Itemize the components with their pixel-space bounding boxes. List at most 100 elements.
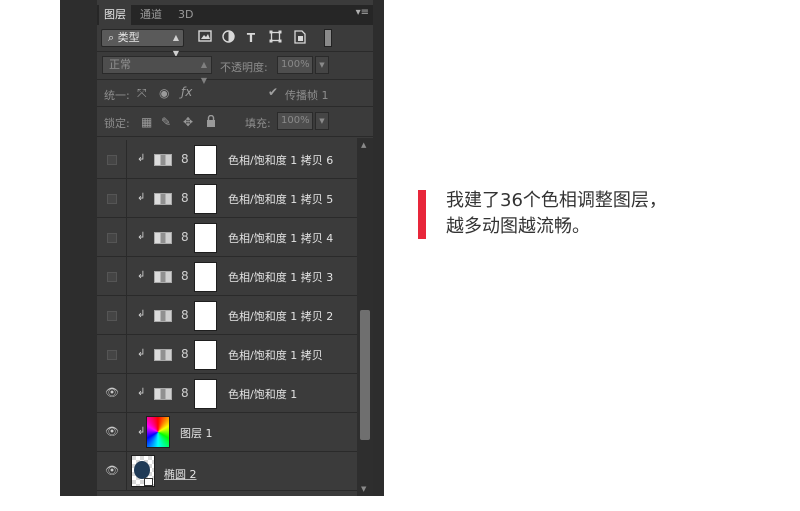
link-chain-icon[interactable]: 8: [181, 268, 189, 284]
visibility-off-box: [107, 350, 117, 360]
clipping-arrow-icon: ↲: [137, 192, 146, 203]
layer-mask-thumbnail[interactable]: [194, 340, 217, 370]
unify-style-icon[interactable]: ƒx: [181, 85, 192, 99]
link-chain-icon[interactable]: 8: [181, 229, 189, 245]
layer-mask-thumbnail[interactable]: [194, 379, 217, 409]
propagate-checkbox-icon[interactable]: ✔: [268, 85, 278, 99]
shape-badge-icon: [144, 478, 153, 486]
fill-label: 填充:: [245, 117, 271, 130]
layer-row-hue-copy-4[interactable]: ↲ 8 色相/饱和度 1 拷贝 4: [97, 218, 357, 257]
kind-filter-select[interactable]: ⌕ 类型 ▲ ▼: [101, 29, 184, 58]
kind-filter-label: 类型: [117, 31, 140, 44]
unify-row: 统一: ⤧ ◉ ƒx ✔ 传播帧 1: [97, 80, 373, 107]
layer-row-hue-copy-3[interactable]: ↲ 8 色相/饱和度 1 拷贝 3: [97, 257, 357, 296]
layer-name[interactable]: 色相/饱和度 1: [228, 386, 297, 402]
layer-row-ellipse-2[interactable]: 👁 椭圆 2: [97, 452, 357, 491]
lock-all-icon[interactable]: [206, 114, 216, 130]
unify-visibility-icon[interactable]: ◉: [159, 86, 169, 100]
blend-row: 正常 ▲ ▼ 不透明度: 100% ▼: [97, 52, 373, 85]
fill-dropdown-arrow[interactable]: ▼: [315, 112, 329, 130]
shape-filter-icon[interactable]: [267, 30, 283, 46]
layer-row-hue-copy-2[interactable]: ↲ 8 色相/饱和度 1 拷贝 2: [97, 296, 357, 335]
lock-pixels-brush-icon[interactable]: ✎: [161, 115, 171, 129]
link-chain-icon[interactable]: 8: [181, 190, 189, 206]
smart-object-filter-icon[interactable]: [292, 30, 308, 46]
layer-mask-thumbnail[interactable]: [194, 223, 217, 253]
hue-saturation-icon: [154, 154, 172, 166]
visibility-off-box: [107, 311, 117, 321]
layer-name[interactable]: 图层 1: [180, 425, 213, 441]
clipping-arrow-icon: ↲: [137, 387, 146, 398]
layer-name[interactable]: 色相/饱和度 1 拷贝 3: [228, 269, 333, 285]
layer-row-hue-copy-5[interactable]: ↲ 8 色相/饱和度 1 拷贝 5: [97, 179, 357, 218]
layer-name[interactable]: 色相/饱和度 1 拷贝 4: [228, 230, 333, 246]
fill-field[interactable]: 100%: [277, 112, 313, 130]
tab-channels[interactable]: 通道: [135, 5, 167, 25]
scroll-down-arrow-icon[interactable]: ▼: [361, 485, 366, 493]
caption-line-1: 我建了36个色相调整图层，: [446, 190, 667, 211]
layer-list: ↲ 8 色相/饱和度 1 拷贝 6 ↲ 8 色相/饱和度 1 拷贝 5 ↲ 8 …: [97, 138, 357, 496]
layer-mask-thumbnail[interactable]: [194, 184, 217, 214]
layer-row-hue-copy-6[interactable]: ↲ 8 色相/饱和度 1 拷贝 6: [97, 140, 357, 179]
visibility-toggle[interactable]: [97, 218, 127, 256]
eye-icon: 👁: [105, 464, 119, 477]
layer-row-layer-1[interactable]: 👁 ↲ 图层 1: [97, 413, 357, 452]
visibility-toggle[interactable]: [97, 179, 127, 217]
tab-3d[interactable]: 3D: [173, 5, 198, 25]
scrollbar-thumb[interactable]: [360, 310, 370, 440]
layer-thumbnail[interactable]: [146, 416, 170, 448]
layer-mask-thumbnail[interactable]: [194, 145, 217, 175]
lock-position-move-icon[interactable]: ✥: [183, 115, 193, 129]
scroll-up-arrow-icon[interactable]: ▲: [361, 141, 366, 149]
opacity-field[interactable]: 100%: [277, 56, 313, 74]
link-chain-icon[interactable]: 8: [181, 385, 189, 401]
layer-name[interactable]: 椭圆 2: [164, 466, 197, 482]
blend-mode-select[interactable]: 正常 ▲ ▼: [102, 56, 212, 85]
layer-row-hue[interactable]: 👁 ↲ 8 色相/饱和度 1: [97, 374, 357, 413]
layer-name[interactable]: 色相/饱和度 1 拷贝: [228, 347, 323, 363]
filter-row: ⌕ 类型 ▲ ▼ T: [97, 25, 373, 58]
search-icon: ⌕: [108, 31, 115, 44]
link-chain-icon[interactable]: 8: [181, 151, 189, 167]
opacity-label: 不透明度:: [220, 61, 268, 74]
unify-position-icon[interactable]: ⤧: [137, 86, 147, 100]
visibility-toggle[interactable]: [97, 257, 127, 295]
visibility-toggle[interactable]: 👁: [97, 374, 127, 412]
layer-mask-thumbnail[interactable]: [194, 262, 217, 292]
ellipse-shape-icon: [134, 461, 150, 479]
visibility-off-box: [107, 155, 117, 165]
filter-toggle-switch[interactable]: [324, 29, 332, 47]
link-chain-icon[interactable]: 8: [181, 346, 189, 362]
link-chain-icon[interactable]: 8: [181, 307, 189, 323]
clipping-arrow-icon: ↲: [137, 309, 146, 320]
caption-line-2: 越多动图越流畅。: [446, 216, 590, 237]
layer-name[interactable]: 色相/饱和度 1 拷贝 6: [228, 152, 333, 168]
layer-name[interactable]: 色相/饱和度 1 拷贝 2: [228, 308, 333, 324]
type-filter-icon[interactable]: T: [243, 30, 259, 46]
visibility-toggle[interactable]: 👁: [97, 413, 127, 451]
adjustment-filter-icon[interactable]: [220, 30, 236, 46]
visibility-toggle[interactable]: [97, 296, 127, 334]
eye-icon: 👁: [105, 425, 119, 438]
visibility-off-box: [107, 272, 117, 282]
layer-list-scrollbar[interactable]: ▲ ▼: [357, 138, 373, 496]
propagate-frame-label: 传播帧 1: [285, 89, 329, 102]
visibility-toggle[interactable]: [97, 335, 127, 373]
lock-transparent-icon[interactable]: ▦: [141, 115, 152, 129]
panel-menu-icon[interactable]: ▾≡: [356, 7, 369, 18]
visibility-toggle[interactable]: [97, 140, 127, 178]
opacity-dropdown-arrow[interactable]: ▼: [315, 56, 329, 74]
layer-row-hue-copy[interactable]: ↲ 8 色相/饱和度 1 拷贝: [97, 335, 357, 374]
visibility-off-box: [107, 194, 117, 204]
clipping-arrow-icon: ↲: [137, 426, 146, 437]
hue-saturation-icon: [154, 310, 172, 322]
shape-layer-thumbnail[interactable]: [131, 455, 155, 487]
visibility-toggle[interactable]: 👁: [97, 452, 127, 490]
layer-name[interactable]: 色相/饱和度 1 拷贝 5: [228, 191, 333, 207]
tab-layers[interactable]: 图层: [99, 5, 131, 25]
eye-icon: 👁: [105, 386, 119, 399]
image-filter-icon[interactable]: [197, 30, 213, 46]
visibility-off-box: [107, 233, 117, 243]
layer-mask-thumbnail[interactable]: [194, 301, 217, 331]
clipping-arrow-icon: ↲: [137, 348, 146, 359]
